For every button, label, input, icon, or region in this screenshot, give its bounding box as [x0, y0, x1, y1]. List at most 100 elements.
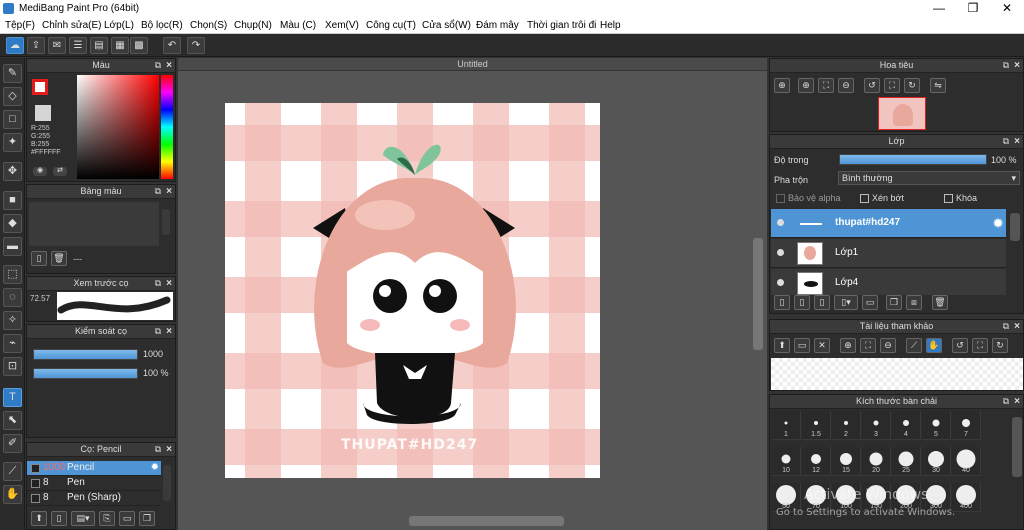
- swap-icon[interactable]: ⇄: [53, 167, 67, 176]
- hand-icon[interactable]: ✋: [926, 338, 942, 353]
- hue-slider[interactable]: [161, 75, 173, 179]
- layer-row[interactable]: Lớp4: [771, 269, 1006, 295]
- move-tool-icon[interactable]: ✥: [3, 162, 22, 181]
- navigator-thumbnail[interactable]: [878, 97, 926, 130]
- popout-icon[interactable]: ⧉: [1003, 320, 1009, 333]
- brush-size-option[interactable]: 1: [772, 411, 801, 440]
- rotate-right-icon[interactable]: ↻: [904, 78, 920, 93]
- delete-palette-icon[interactable]: 🗑: [51, 251, 67, 266]
- brush-item[interactable]: 8 Pen (Sharp): [27, 491, 161, 506]
- menu-cloud[interactable]: Đám mây: [476, 20, 519, 31]
- menu-timelapse[interactable]: Thời gian trôi đi: [527, 20, 596, 31]
- duplicate-icon[interactable]: ❐: [139, 511, 155, 526]
- menu-help[interactable]: Help: [600, 20, 621, 31]
- reset-rotation-icon[interactable]: ⛶: [884, 78, 900, 93]
- zoom-out-icon[interactable]: ⊖: [838, 78, 854, 93]
- upload-icon[interactable]: ⬆: [774, 338, 790, 353]
- share-icon[interactable]: ⇪: [27, 37, 45, 54]
- reference-area[interactable]: [771, 358, 1023, 390]
- menu-color[interactable]: Màu (C): [280, 20, 316, 31]
- close-button[interactable]: ✕: [990, 0, 1024, 17]
- add-palette-icon[interactable]: ▯: [31, 251, 47, 266]
- gradient-tool-icon[interactable]: ▬: [3, 237, 22, 256]
- layer-row[interactable]: thupat#hd247 ✹: [771, 209, 1006, 238]
- eye-icon[interactable]: [777, 249, 784, 256]
- brush-size-scrollbar[interactable]: [1012, 417, 1022, 477]
- minimize-button[interactable]: —: [922, 0, 956, 17]
- close-icon[interactable]: ×: [1014, 395, 1020, 408]
- brush-size-option[interactable]: 1.5: [802, 411, 831, 440]
- new-halftone-layer-icon[interactable]: ▯: [794, 295, 810, 310]
- gear-icon[interactable]: ✹: [992, 215, 1004, 232]
- popout-icon[interactable]: ⧉: [155, 443, 161, 456]
- horizontal-scrollbar[interactable]: [409, 516, 564, 526]
- close-icon[interactable]: ×: [166, 443, 172, 456]
- brush-list-scrollbar[interactable]: [163, 465, 171, 501]
- fit-screen-icon[interactable]: ⛶: [860, 338, 876, 353]
- magic-wand-icon[interactable]: ✧: [3, 311, 22, 330]
- popout-icon[interactable]: ⧉: [155, 59, 161, 72]
- flip-horizontal-icon[interactable]: ⇋: [930, 78, 946, 93]
- brush-size-option[interactable]: 20: [862, 447, 891, 476]
- bucket-tool-icon[interactable]: ◆: [3, 214, 22, 233]
- reset-rotation-icon[interactable]: ⛶: [972, 338, 988, 353]
- brush-size-option[interactable]: 12: [802, 447, 831, 476]
- close-icon[interactable]: ×: [166, 277, 172, 290]
- menu-window[interactable]: Cửa sổ(W): [422, 20, 471, 31]
- folder-icon[interactable]: ▭: [119, 511, 135, 526]
- folder-icon[interactable]: ▭: [862, 295, 878, 310]
- eye-icon[interactable]: [777, 219, 784, 226]
- saturation-picker[interactable]: [77, 75, 159, 179]
- clipping-checkbox[interactable]: Xén bớt: [860, 193, 904, 204]
- brush-item[interactable]: 1000 Pencil ✹: [27, 461, 161, 476]
- maximize-button[interactable]: ❐: [956, 0, 990, 17]
- layer-row[interactable]: Lớp1: [771, 239, 1006, 268]
- foreground-color[interactable]: [32, 79, 48, 95]
- dot-tool-icon[interactable]: ✦: [3, 133, 22, 152]
- divide-tool-icon[interactable]: ✐: [3, 434, 22, 453]
- brush-size-option[interactable]: 40: [952, 447, 981, 476]
- brush-menu-icon[interactable]: ▤▾: [71, 511, 95, 526]
- zoom-in-icon[interactable]: ⊕: [798, 78, 814, 93]
- eyedropper-icon[interactable]: ⟋: [906, 338, 922, 353]
- lock-checkbox[interactable]: Khóa: [944, 193, 977, 204]
- menu-filter[interactable]: Bộ lọc(R): [141, 20, 183, 31]
- new-8bit-layer-icon[interactable]: ▯: [814, 295, 830, 310]
- lasso-tool-icon[interactable]: ◌: [3, 288, 22, 307]
- new-brush-icon[interactable]: ▯: [51, 511, 67, 526]
- eraser-tool-icon[interactable]: ◇: [3, 87, 22, 106]
- select-pen-icon[interactable]: ⌁: [3, 334, 22, 353]
- menu-layer[interactable]: Lớp(L): [104, 20, 134, 31]
- close-icon[interactable]: ×: [166, 325, 172, 338]
- popout-icon[interactable]: ⧉: [1003, 395, 1009, 408]
- close-icon[interactable]: ×: [1014, 320, 1020, 333]
- brush-size-option[interactable]: 2: [832, 411, 861, 440]
- rotate-left-icon[interactable]: ↺: [952, 338, 968, 353]
- menu-view[interactable]: Xem(V): [325, 20, 359, 31]
- close-icon[interactable]: ×: [166, 59, 172, 72]
- transparent-color[interactable]: [35, 105, 51, 121]
- eye-icon[interactable]: [777, 279, 784, 286]
- comment-icon[interactable]: ✉: [48, 37, 66, 54]
- palette-area[interactable]: [29, 202, 159, 246]
- menu-capture[interactable]: Chụp(N): [234, 20, 272, 31]
- fit-screen-icon[interactable]: ⛶: [818, 78, 834, 93]
- operation-tool-icon[interactable]: ⬉: [3, 411, 22, 430]
- brush-opacity-slider[interactable]: [33, 368, 138, 379]
- close-icon[interactable]: ×: [166, 185, 172, 198]
- vertical-scrollbar[interactable]: [753, 238, 763, 350]
- add-layer-menu-icon[interactable]: ▯▾: [834, 295, 858, 310]
- cloud-icon[interactable]: ☁: [6, 37, 24, 54]
- close-icon[interactable]: ×: [1014, 135, 1020, 148]
- close-icon[interactable]: ×: [1014, 59, 1020, 72]
- brush-size-option[interactable]: 10: [772, 447, 801, 476]
- open-folder-icon[interactable]: ▭: [794, 338, 810, 353]
- menu-tools[interactable]: Công cụ(T): [366, 20, 416, 31]
- document-icon[interactable]: ▤: [90, 37, 108, 54]
- layer-opacity-slider[interactable]: [839, 154, 987, 165]
- grid-icon[interactable]: ▩: [130, 37, 148, 54]
- list-icon[interactable]: ▦: [111, 37, 129, 54]
- popout-icon[interactable]: ⧉: [1003, 135, 1009, 148]
- select-eraser-icon[interactable]: ⊡: [3, 357, 22, 376]
- merge-down-icon[interactable]: ⧈: [906, 295, 922, 310]
